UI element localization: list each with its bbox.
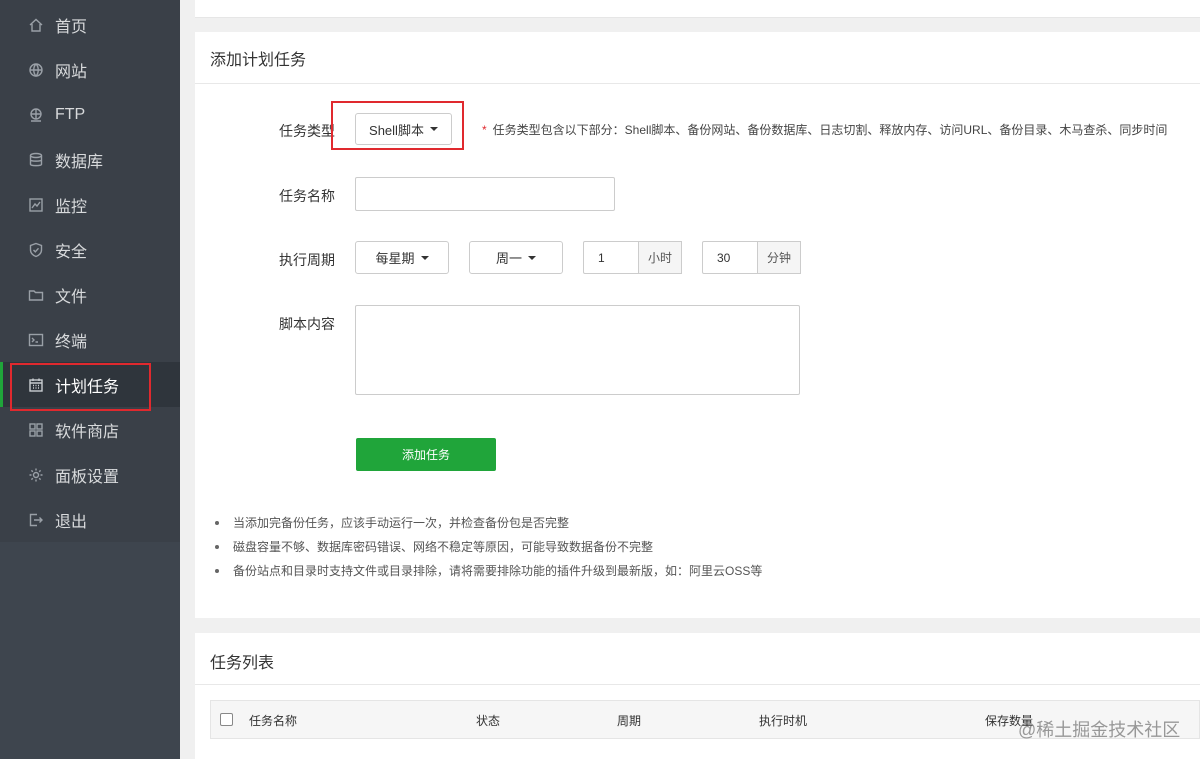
script-content-textarea[interactable] <box>355 305 800 395</box>
sidebar-nav: 首页 网站 FTP 数据库 监控 安全 文件 终端 计划任务 软件商店 面板设置… <box>0 0 180 542</box>
hour-input[interactable]: 1 <box>583 241 639 274</box>
terminal-icon <box>27 331 45 349</box>
select-all-checkbox[interactable] <box>220 713 233 726</box>
sidebar-item-store[interactable]: 软件商店 <box>0 407 180 452</box>
sidebar-item-label: 安全 <box>55 243 88 261</box>
sidebar-item-label: 退出 <box>55 513 88 531</box>
sidebar-item-label: 监控 <box>55 198 88 216</box>
column-header-name[interactable]: 任务名称 <box>249 712 297 729</box>
tips-list: 当添加完备份任务，应该手动运行一次，并检查备份包是否完整 磁盘容量不够、数据库密… <box>215 515 762 587</box>
column-header-status[interactable]: 状态 <box>476 712 500 729</box>
sidebar-item-logout[interactable]: 退出 <box>0 497 180 542</box>
add-task-button[interactable]: 添加任务 <box>356 438 496 471</box>
sidebar-item-label: 网站 <box>55 63 88 81</box>
top-panel <box>195 0 1200 18</box>
sidebar-item-label: FTP <box>55 105 86 123</box>
sidebar-item-label: 首页 <box>55 18 88 36</box>
sidebar-item-database[interactable]: 数据库 <box>0 137 180 182</box>
monitor-chart-icon <box>27 196 45 214</box>
cycle-type-value: 每星期 <box>375 251 415 266</box>
cycle-label: 执行周期 <box>279 252 335 268</box>
task-type-hint: * 任务类型包含以下部分：Shell脚本、备份网站、备份数据库、日志切割、释放内存… <box>482 121 1167 138</box>
list-item: 磁盘容量不够、数据库密码错误、网络不稳定等原因，可能导致数据备份不完整 <box>215 539 762 563</box>
list-item: 当添加完备份任务，应该手动运行一次，并检查备份包是否完整 <box>215 515 762 539</box>
sidebar-item-label: 终端 <box>55 333 88 351</box>
divider <box>195 684 1200 685</box>
divider <box>195 83 1200 84</box>
sidebar-item-settings[interactable]: 面板设置 <box>0 452 180 497</box>
shield-check-icon <box>27 241 45 259</box>
watermark: @稀土掘金技术社区 <box>1018 720 1181 740</box>
task-type-hint-text: 任务类型包含以下部分：Shell脚本、备份网站、备份数据库、日志切割、释放内存、… <box>492 123 1168 137</box>
cycle-day-value: 周一 <box>495 251 522 266</box>
ftp-globe-icon <box>27 106 45 124</box>
task-name-input[interactable] <box>355 177 615 211</box>
hour-unit: 小时 <box>638 241 682 274</box>
minute-input[interactable]: 30 <box>702 241 758 274</box>
sidebar-item-ftp[interactable]: FTP <box>0 92 180 137</box>
grid-apps-icon <box>27 421 45 439</box>
sidebar-item-terminal[interactable]: 终端 <box>0 317 180 362</box>
cycle-type-dropdown[interactable]: 每星期 <box>355 241 449 274</box>
caret-down-icon <box>420 255 429 260</box>
required-star: * <box>482 123 487 137</box>
highlight-box-task-type <box>331 101 464 150</box>
column-header-cycle[interactable]: 周期 <box>617 712 641 729</box>
minute-unit: 分钟 <box>757 241 801 274</box>
highlight-box-cron <box>10 363 151 411</box>
script-label: 脚本内容 <box>279 316 335 332</box>
database-icon <box>27 151 45 169</box>
sidebar-item-monitor[interactable]: 监控 <box>0 182 180 227</box>
list-item: 备份站点和目录时支持文件或目录排除，请将需要排除功能的插件升级到最新版，如：阿里… <box>215 563 762 587</box>
sidebar-item-label: 软件商店 <box>55 423 120 441</box>
task-name-label: 任务名称 <box>279 188 335 204</box>
sidebar-item-home[interactable]: 首页 <box>0 2 180 47</box>
home-icon <box>27 16 45 34</box>
panel-title: 添加计划任务 <box>210 52 307 69</box>
logout-icon <box>27 511 45 529</box>
sidebar: 首页 网站 FTP 数据库 监控 安全 文件 终端 计划任务 软件商店 面板设置… <box>0 0 180 759</box>
sidebar-item-label: 面板设置 <box>55 468 120 486</box>
task-list-title: 任务列表 <box>210 655 275 672</box>
gear-icon <box>27 466 45 484</box>
sidebar-item-website[interactable]: 网站 <box>0 47 180 92</box>
cycle-day-dropdown[interactable]: 周一 <box>469 241 563 274</box>
folder-icon <box>27 286 45 304</box>
caret-down-icon <box>528 255 536 260</box>
column-header-exec-time[interactable]: 执行时机 <box>759 712 807 729</box>
sidebar-item-label: 文件 <box>55 288 88 306</box>
task-type-label: 任务类型 <box>279 123 335 139</box>
sidebar-item-security[interactable]: 安全 <box>0 227 180 272</box>
sidebar-item-files[interactable]: 文件 <box>0 272 180 317</box>
globe-icon <box>27 61 45 79</box>
sidebar-item-label: 数据库 <box>55 153 104 171</box>
